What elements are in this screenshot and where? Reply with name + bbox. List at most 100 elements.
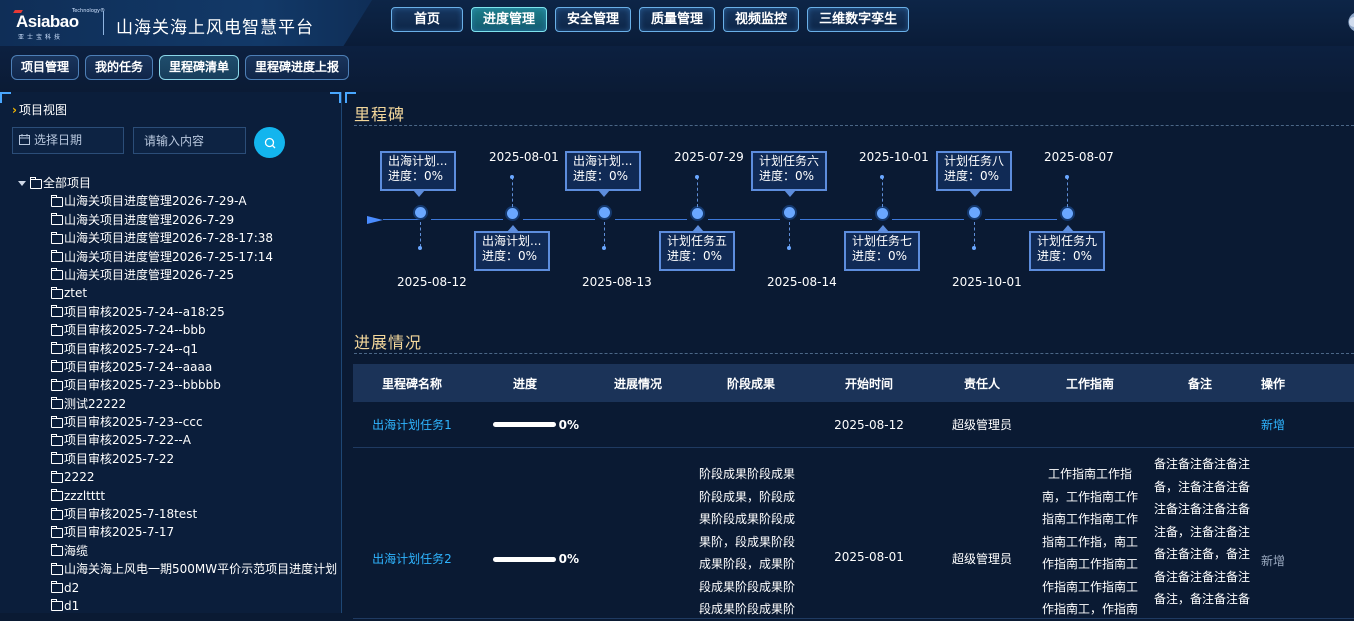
tab-milestone-report[interactable]: 里程碑进度上报 bbox=[245, 55, 350, 80]
nav-safety[interactable]: 安全管理 bbox=[555, 7, 632, 32]
tree-item[interactable]: 海缆 bbox=[18, 542, 338, 560]
timeline-segment bbox=[800, 219, 872, 220]
milestone-card-progress: 进度：0% bbox=[482, 249, 538, 263]
milestone-card-progress: 进度：0% bbox=[667, 249, 723, 263]
folder-icon bbox=[51, 433, 63, 446]
result-cell: 阶段成果阶段成果 阶段成果，阶段成 果阶段成果阶段成 果阶，段成果阶段 成果阶段，成果阶… bbox=[697, 463, 805, 621]
folder-icon bbox=[51, 286, 63, 299]
milestone-card-name: 计划任务八 bbox=[944, 154, 1005, 168]
tree-item[interactable]: 项目审核2025-7-24--bbb bbox=[18, 321, 338, 339]
tab-my-tasks[interactable]: 我的任务 bbox=[85, 55, 154, 80]
milestone-node[interactable] bbox=[507, 208, 518, 219]
connector-dot bbox=[602, 246, 606, 250]
milestone-card-name: 计划任务五 bbox=[667, 234, 728, 248]
search-input[interactable] bbox=[133, 127, 246, 154]
tree-item[interactable]: 项目审核2025-7-24--aaaa bbox=[18, 358, 338, 376]
caret-down-icon[interactable] bbox=[18, 180, 26, 186]
tree-item[interactable]: 山海关项目进度管理2026-7-29 bbox=[18, 211, 338, 229]
cell-text-line: 南，工作指南工作 bbox=[1041, 489, 1138, 504]
milestone-date: 2025-08-13 bbox=[582, 275, 652, 289]
date-picker[interactable]: 选择日期 bbox=[12, 127, 124, 154]
main-nav: 首页 进度管理 安全管理 质量管理 视频监控 三维数字孪生 bbox=[391, 7, 910, 32]
tree-item[interactable]: 项目审核2025-7-23--ccc bbox=[18, 413, 338, 431]
tree-item-label: 项目审核2025-7-17 bbox=[64, 525, 175, 540]
folder-icon bbox=[51, 305, 63, 318]
tree-item[interactable]: 山海关项目进度管理2026-7-29-A bbox=[18, 192, 338, 210]
folder-icon bbox=[51, 250, 63, 263]
nav-progress[interactable]: 进度管理 bbox=[471, 7, 548, 32]
tree-root[interactable]: 全部项目 bbox=[18, 174, 338, 192]
nav-quality[interactable]: 质量管理 bbox=[639, 7, 716, 32]
timeline-segment bbox=[985, 219, 1057, 220]
milestone-node[interactable] bbox=[969, 207, 980, 218]
tab-milestone-list[interactable]: 里程碑清单 bbox=[159, 55, 240, 80]
timeline-segment bbox=[708, 219, 780, 220]
tree-item[interactable]: d2 bbox=[18, 579, 338, 597]
tree-item-label: 山海关项目进度管理2026-7-29 bbox=[64, 212, 235, 227]
user-avatar-icon[interactable] bbox=[1338, 11, 1354, 33]
tree-item[interactable]: ztet bbox=[18, 284, 338, 302]
nav-home[interactable]: 首页 bbox=[391, 7, 463, 32]
milestone-node[interactable] bbox=[599, 207, 610, 218]
tree-item[interactable]: 项目审核2025-7-18test bbox=[18, 505, 338, 523]
folder-icon bbox=[51, 599, 63, 612]
milestone-node[interactable] bbox=[692, 208, 703, 219]
folder-icon bbox=[51, 378, 63, 391]
milestone-card[interactable]: 计划任务八 进度：0% bbox=[936, 151, 1012, 197]
guide-cell: 工作指南工作指 南，工作指南工作 指南工作指南工作 指南工作指，南工 作指南工作指南工作… bbox=[1031, 463, 1149, 621]
connector-dot bbox=[880, 175, 884, 179]
tree-item[interactable]: 项目审核2025-7-22--A bbox=[18, 431, 338, 449]
milestone-card[interactable]: 出海计划... 进度：0% bbox=[380, 151, 456, 197]
nav-video[interactable]: 视频监控 bbox=[723, 7, 800, 32]
milestone-name-link[interactable]: 出海计划任务2 bbox=[353, 550, 471, 567]
date-picker-placeholder: 选择日期 bbox=[34, 133, 83, 147]
app-title: 山海关海上风电智慧平台 bbox=[116, 18, 314, 38]
milestone-date: 2025-07-29 bbox=[674, 150, 744, 164]
search-button[interactable] bbox=[254, 127, 285, 158]
tree-item[interactable]: 项目审核2025-7-24--a18:25 bbox=[18, 303, 338, 321]
milestone-node[interactable] bbox=[1062, 208, 1073, 219]
main-content: 里程碑 出海计划... 进度：0% 出海计划... 进度：0% 计划任务六 进度… bbox=[345, 92, 1354, 619]
milestone-node[interactable] bbox=[415, 207, 426, 218]
tree-item[interactable]: 山海关项目进度管理2026-7-25-17:14 bbox=[18, 248, 338, 266]
milestone-node[interactable] bbox=[784, 207, 795, 218]
milestone-card[interactable]: 计划任务七 进度：0% bbox=[844, 225, 920, 271]
milestone-node[interactable] bbox=[877, 208, 888, 219]
folder-icon bbox=[51, 507, 63, 520]
tree-item[interactable]: 项目审核2025-7-22 bbox=[18, 450, 338, 468]
milestone-card[interactable]: 计划任务五 进度：0% bbox=[659, 225, 735, 271]
tree-item[interactable]: 项目审核2025-7-24--q1 bbox=[18, 340, 338, 358]
tree-item[interactable]: 项目审核2025-7-17 bbox=[18, 523, 338, 541]
panel-title: › 项目视图 bbox=[12, 101, 67, 118]
cell-text-line: 作指南工，作指南 bbox=[1041, 602, 1138, 616]
company-logo: Technology® Asiabao 亚士宝科技 bbox=[13, 8, 105, 41]
milestone-card[interactable]: 计划任务六 进度：0% bbox=[751, 151, 827, 197]
tree-item[interactable]: 项目审核2025-7-23--bbbbb bbox=[18, 376, 338, 394]
connector-line bbox=[604, 222, 605, 247]
connector-line bbox=[789, 222, 790, 247]
milestone-timeline: 出海计划... 进度：0% 出海计划... 进度：0% 计划任务六 进度：0% … bbox=[345, 142, 1125, 292]
tree-item[interactable]: 2222 bbox=[18, 468, 338, 486]
milestone-name-link[interactable]: 出海计划任务1 bbox=[353, 416, 471, 433]
tree-item[interactable]: 山海关海上风电一期500MW平价示范项目进度计划 bbox=[18, 560, 338, 578]
cell-text-line: 作指南工作指南工 bbox=[1041, 557, 1138, 571]
add-button[interactable]: 新增 bbox=[1251, 416, 1354, 433]
tree-item[interactable]: 山海关项目进度管理2026-7-25 bbox=[18, 266, 338, 284]
tree-item[interactable]: 山海关项目进度管理2026-7-28-17:38 bbox=[18, 229, 338, 247]
tree-item-label: 2222 bbox=[64, 470, 95, 485]
milestone-card[interactable]: 出海计划... 进度：0% bbox=[474, 225, 550, 271]
tab-project-management[interactable]: 项目管理 bbox=[11, 55, 80, 80]
cell-text-line: 阶段成果阶段成果 bbox=[699, 467, 796, 481]
add-button[interactable]: 新增 bbox=[1251, 552, 1354, 569]
top-header: Technology® Asiabao 亚士宝科技 山海关海上风电智慧平台 首页… bbox=[0, 0, 1354, 48]
tree-item[interactable]: zzzltttt bbox=[18, 487, 338, 505]
tree-item[interactable]: 测试22222 bbox=[18, 395, 338, 413]
tree-item-label: ztet bbox=[64, 286, 88, 301]
nav-digital-twin[interactable]: 三维数字孪生 bbox=[807, 7, 910, 32]
milestone-card-progress: 进度：0% bbox=[944, 169, 1000, 183]
milestone-card[interactable]: 出海计划... 进度：0% bbox=[565, 151, 641, 197]
tree-item-label: 山海关项目进度管理2026-7-25-17:14 bbox=[64, 249, 274, 264]
col-header: 备注 bbox=[1187, 376, 1212, 391]
milestone-card[interactable]: 计划任务九 进度：0% bbox=[1029, 225, 1105, 271]
cell-text-line: 注备，注备注备注 bbox=[1154, 524, 1251, 539]
